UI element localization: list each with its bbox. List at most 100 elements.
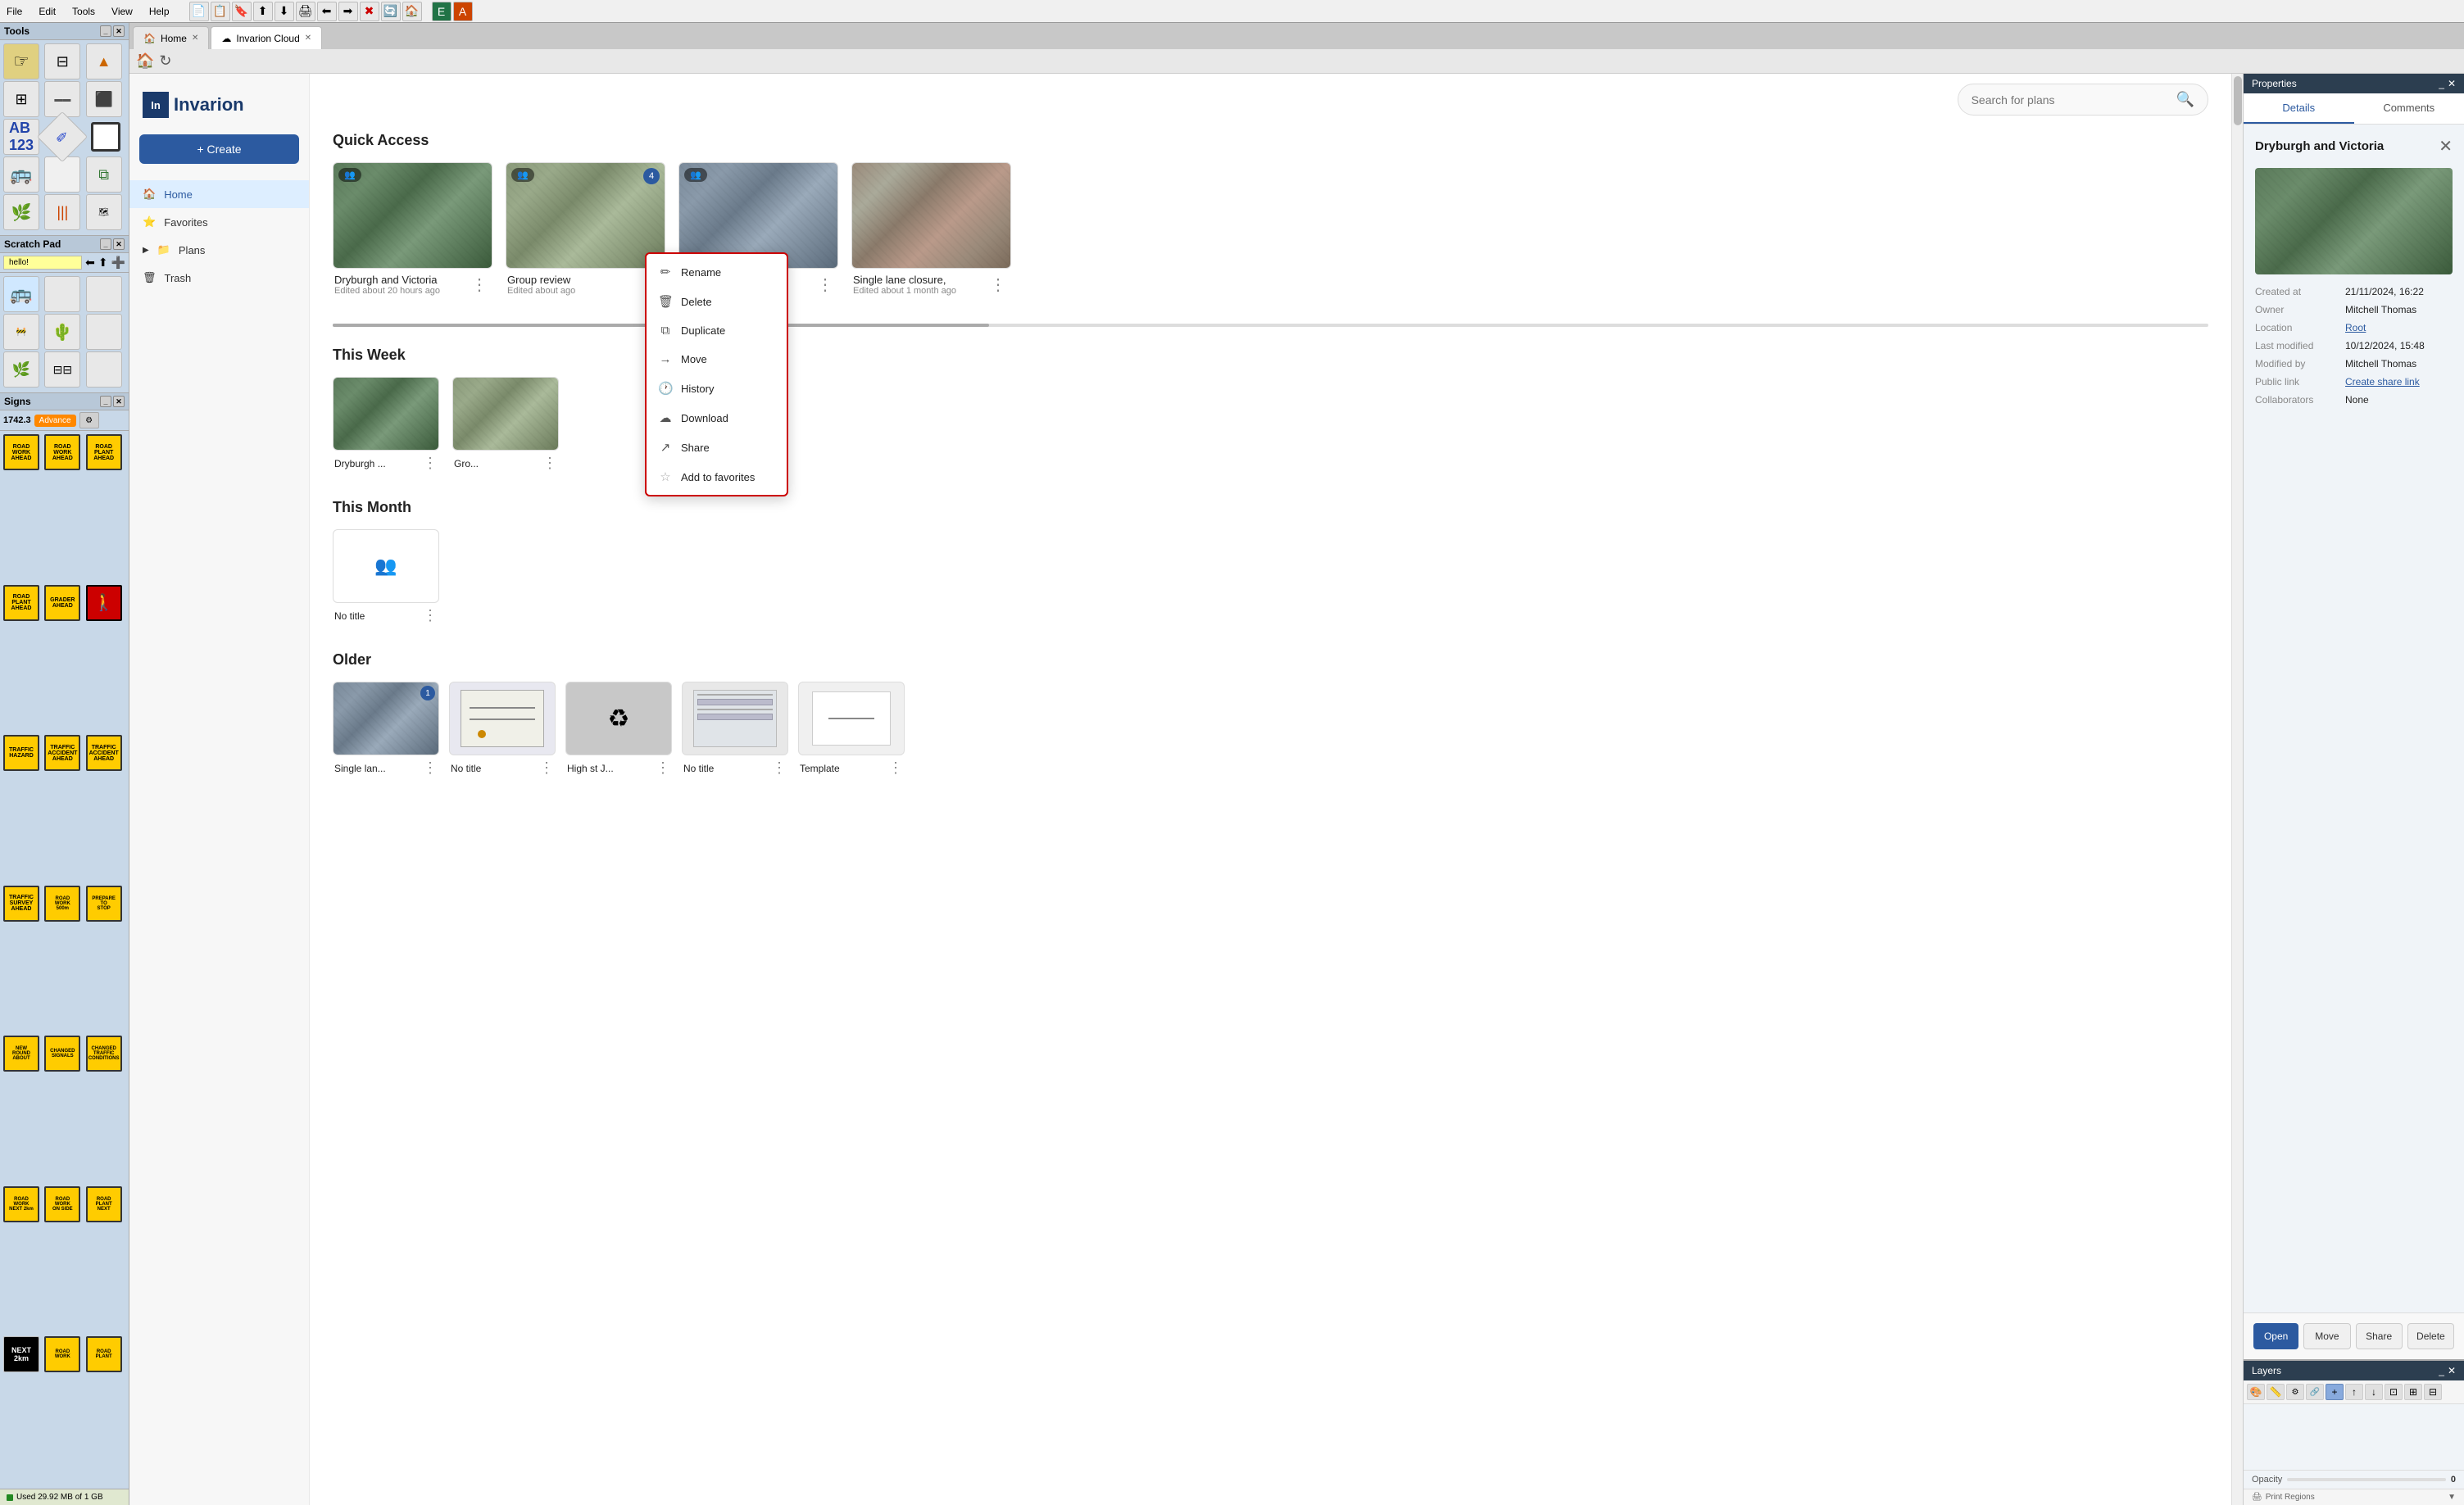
signs-close[interactable]: ✕ [113,396,125,407]
toolbar-icon-3[interactable]: 🔖 [232,2,252,21]
week-thumb-2[interactable] [452,377,559,451]
sign-prepare-stop[interactable]: PREPARETOSTOP [86,886,122,922]
scratch-add[interactable]: ➕ [111,256,125,270]
nav-home-icon[interactable]: 🏠 [136,52,154,70]
ctx-delete[interactable]: 🗑 Delete [647,287,787,316]
toolbar-icon-4[interactable]: ⬆ [253,2,273,21]
menu-edit[interactable]: Edit [35,4,59,19]
toolbar-icon-8[interactable]: ➡ [338,2,358,21]
scratch-item-bus[interactable]: 🚌 [3,276,39,312]
scratch-item-texture1[interactable]: 🌿 [3,351,39,388]
ctx-history[interactable]: 🕐 History [647,374,787,403]
delete-button[interactable]: Delete [2407,1323,2454,1349]
search-icon[interactable]: 🔍 [2176,91,2194,108]
sign-worker[interactable]: 🚶 [86,585,122,621]
tool-text[interactable]: AB123 [3,119,39,155]
tool-bus[interactable]: 🚌 [3,156,39,193]
prop-value-publiclink[interactable]: Create share link [2345,376,2420,388]
layers-btn-2[interactable]: 📏 [2267,1384,2285,1400]
prop-value-location[interactable]: Root [2345,322,2366,333]
tool-grass[interactable]: 🌿 [3,194,39,230]
move-button[interactable]: Move [2303,1323,2350,1349]
tool-blank[interactable] [44,156,80,193]
signs-settings[interactable]: ⚙ [79,412,99,428]
sign-traffic-hazard[interactable]: TRAFFICHAZARD [3,735,39,771]
week-menu-2[interactable]: ⋮ [542,455,557,472]
toolbar-icon-5[interactable]: ⬇ [275,2,294,21]
scratch-left-arrow[interactable]: ⬅ [85,256,95,270]
sign-changed-signals[interactable]: CHANGEDSIGNALS [44,1036,80,1072]
older-menu-5[interactable]: ⋮ [888,759,903,777]
toolbar-icon-7[interactable]: ⬅ [317,2,337,21]
layers-btn-4[interactable]: 🔗 [2306,1384,2324,1400]
week-menu-1[interactable]: ⋮ [423,455,438,472]
sign-roadwork-next[interactable]: ROADWORKNEXT 2km [3,1186,39,1222]
menu-view[interactable]: View [108,4,136,19]
scratch-up-arrow[interactable]: ⬆ [98,256,108,270]
sign-road-plant-3[interactable]: ROADPLANTNEXT [86,1186,122,1222]
scratch-item-blank2[interactable] [86,276,122,312]
plan-menu-btn-3[interactable]: ⋮ [814,274,837,295]
tool-grid[interactable]: ⊞ [3,81,39,117]
tool-pen[interactable]: ✏ [37,111,88,162]
tool-layers[interactable]: ⧉ [86,156,122,193]
scratch-item-blank4[interactable] [86,351,122,388]
tools-close[interactable]: ✕ [113,25,125,37]
search-input[interactable] [1972,93,2176,107]
sign-grader[interactable]: GRADERAHEAD [44,585,80,621]
tab-home[interactable]: 🏠 Home ✕ [133,26,209,49]
sign-traffic-accident[interactable]: TRAFFICACCIDENTAHEAD [44,735,80,771]
sign-accident-2[interactable]: TRAFFICACCIDENTAHEAD [86,735,122,771]
sign-traffic-survey[interactable]: TRAFFICSURVEYAHEAD [3,886,39,922]
plans-content[interactable]: 🔍 Quick Access [310,74,2231,1505]
opacity-slider[interactable] [2287,1478,2446,1481]
scroll-thumb-v[interactable] [2234,76,2242,125]
ctx-share[interactable]: ↗ Share [647,433,787,462]
plan-thumb-group[interactable]: 4 👥 [506,162,665,269]
ctx-download[interactable]: ☁ Download [647,403,787,433]
month-menu-1[interactable]: ⋮ [423,607,438,624]
sign-road-plant-4[interactable]: ROADPLANT [86,1336,122,1372]
scratch-minimize[interactable]: _ [100,238,111,250]
older-menu-3[interactable]: ⋮ [656,759,670,777]
layers-btn-6[interactable]: ↑ [2345,1384,2363,1400]
older-thumb-4[interactable] [682,682,788,755]
tool-cone[interactable]: ▲ [86,43,122,79]
tab-invarion-cloud[interactable]: ☁ Invarion Cloud ✕ [211,26,322,49]
menu-file[interactable]: File [3,4,25,19]
plan-thumb-singlelane[interactable] [851,162,1011,269]
layers-minimize[interactable]: _ [2439,1365,2444,1376]
scratch-item-blank3[interactable] [86,314,122,350]
ctx-add-favorites[interactable]: ☆ Add to favorites [647,462,787,492]
sign-road-2[interactable]: ROADWORKAHEAD [44,434,80,470]
ctx-rename[interactable]: ✏ Rename [647,257,787,287]
scratch-item-tree[interactable]: 🌵 [44,314,80,350]
prop-close-btn[interactable]: ✕ [2439,136,2453,156]
sign-roadwork-500[interactable]: ROADWORK500m [44,886,80,922]
ctx-move[interactable]: → Move [647,345,787,374]
tool-qr[interactable]: ⬛ [86,81,122,117]
signs-minimize[interactable]: _ [100,396,111,407]
layers-btn-9[interactable]: ⊞ [2404,1384,2422,1400]
vertical-scrollbar[interactable] [2231,74,2243,1505]
sign-changed-conditions[interactable]: CHANGEDTRAFFICCONDITIONS [86,1036,122,1072]
scratch-item-blank1[interactable] [44,276,80,312]
layers-btn-5[interactable]: + [2326,1384,2344,1400]
advance-btn[interactable]: Advance [34,415,76,427]
toolbar-icon-stop[interactable]: ✖ [360,2,379,21]
sign-roadwork-oos[interactable]: ROADWORKON SIDE [44,1186,80,1222]
props-close[interactable]: ✕ [2448,78,2456,89]
tool-lines[interactable]: ||| [44,194,80,230]
scratch-close[interactable]: ✕ [113,238,125,250]
older-menu-1[interactable]: ⋮ [423,759,438,777]
create-button[interactable]: + Create [139,134,299,164]
tab-cloud-close[interactable]: ✕ [305,34,311,43]
tab-home-close[interactable]: ✕ [192,34,198,43]
sidebar-item-trash[interactable]: 🗑 Trash [129,264,309,292]
toolbar-icon-9[interactable]: 🔄 [381,2,401,21]
props-minimize[interactable]: _ [2439,78,2444,89]
older-thumb-3[interactable]: ♻ [565,682,672,755]
toolbar-icon-6[interactable]: 🖨 [296,2,315,21]
ctx-duplicate[interactable]: ⧉ Duplicate [647,316,787,345]
older-thumb-5[interactable] [798,682,905,755]
